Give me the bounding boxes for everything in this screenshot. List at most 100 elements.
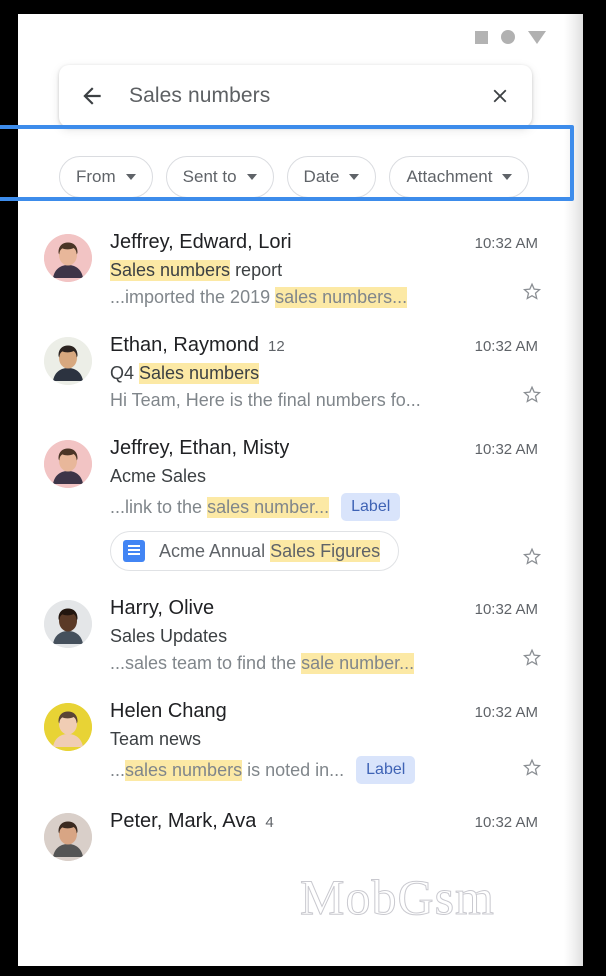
mail-timestamp: 10:32 AM <box>474 601 538 618</box>
screen-edge-shadow <box>564 14 583 966</box>
mail-body: Harry, Olive 10:32 AM Sales Updates ...sale… <box>92 597 542 674</box>
mail-list-item[interactable]: Jeffrey, Ethan, Misty 10:32 AM Acme Sales.… <box>18 423 564 583</box>
mail-snippet: ...sales team to find the sale number... <box>110 653 415 674</box>
mail-header-line: Helen Chang 10:32 AM <box>110 700 538 723</box>
mail-list-item[interactable]: Jeffrey, Edward, Lori 10:32 AM Sales numbe… <box>18 217 564 320</box>
mail-body: Peter, Mark, Ava 4 10:32 AM <box>92 810 542 861</box>
star-outline-icon[interactable] <box>520 545 544 569</box>
mail-snippet-text: is noted in... <box>242 759 345 780</box>
filter-chip-label: From <box>76 167 116 186</box>
mail-senders: Helen Chang <box>110 700 227 722</box>
mail-snippet: ...sales numbers is noted in... <box>110 759 345 781</box>
mail-snippet-text: Hi Team, Here is the final numbers fo... <box>110 390 421 410</box>
filter-chip-label: Date <box>303 167 340 186</box>
mail-subject: Acme Sales <box>110 466 538 487</box>
mail-senders: Ethan, Raymond <box>110 334 259 356</box>
avatar[interactable] <box>44 813 92 861</box>
mail-subject-text: Q4 <box>110 363 140 383</box>
mail-snippet-text: ...imported the 2019 <box>110 287 276 307</box>
mail-list-item[interactable]: Ethan, Raymond 12 10:32 AM Q4 Sales numbers… <box>18 320 564 423</box>
mail-subject-text: Team news <box>110 729 202 749</box>
close-icon[interactable] <box>485 81 515 111</box>
mail-timestamp: 10:32 AM <box>474 704 538 721</box>
circle-icon <box>501 30 515 44</box>
phone-screen: Sales numbers From Sent to Date Attachme… <box>18 14 564 966</box>
mail-subject: Sales Updates <box>110 626 538 647</box>
mail-list-item[interactable]: Harry, Olive 10:32 AM Sales Updates ...sale… <box>18 583 564 686</box>
chevron-down-icon <box>125 174 136 180</box>
mail-senders: Jeffrey, Edward, Lori <box>110 231 292 253</box>
mail-snippet: ...imported the 2019 sales numbers... <box>110 287 408 308</box>
mail-thread-count: 4 <box>265 814 274 831</box>
mail-header-line: Peter, Mark, Ava 4 10:32 AM <box>110 810 538 833</box>
filter-chip-sent-to[interactable]: Sent to <box>165 156 274 198</box>
chevron-down-icon <box>349 174 360 180</box>
star-outline-icon[interactable] <box>520 646 544 670</box>
mail-snippet-highlight: sales numbers... <box>275 287 408 308</box>
search-bar[interactable]: Sales numbers <box>59 65 532 127</box>
avatar[interactable] <box>44 703 92 751</box>
attachment-name-highlight: Sales Figures <box>270 539 381 562</box>
filter-chip-label: Sent to <box>182 167 237 186</box>
filter-chip-attachment[interactable]: Attachment <box>389 156 530 198</box>
filter-chips-row: From Sent to Date Attachment <box>18 143 564 211</box>
mail-snippet-line: ...sales numbers is noted in... Label <box>110 756 538 784</box>
mail-body: Ethan, Raymond 12 10:32 AM Q4 Sales numbers… <box>92 334 542 411</box>
filter-chip-from[interactable]: From <box>59 156 153 198</box>
mail-subject: Team news <box>110 729 538 750</box>
mail-timestamp: 10:32 AM <box>474 338 538 355</box>
status-bar <box>18 14 564 60</box>
mail-senders: Jeffrey, Ethan, Misty <box>110 437 290 459</box>
filter-chip-label: Attachment <box>406 167 493 186</box>
mail-subject: Q4 Sales numbers <box>110 363 538 384</box>
attachment-name-text: Acme Annual <box>159 540 271 561</box>
mail-label-badge[interactable]: Label <box>341 493 401 521</box>
mail-body: Jeffrey, Edward, Lori 10:32 AM Sales numbe… <box>92 231 542 308</box>
avatar[interactable] <box>44 234 92 282</box>
mail-timestamp: 10:32 AM <box>474 235 538 252</box>
triangle-down-icon <box>528 30 546 44</box>
phone-frame: Sales numbers From Sent to Date Attachme… <box>0 0 606 976</box>
mail-timestamp: 10:32 AM <box>474 441 538 458</box>
star-outline-icon[interactable] <box>520 280 544 304</box>
mail-subject-text: report <box>230 260 283 280</box>
mail-body: Helen Chang 10:32 AM Team news ...sales num… <box>92 700 542 784</box>
mail-snippet: Hi Team, Here is the final numbers fo... <box>110 390 421 411</box>
mail-timestamp: 10:32 AM <box>474 814 538 831</box>
mail-snippet: ...link to the sales number... <box>110 496 330 518</box>
mail-subject-text: Acme Sales <box>110 466 207 486</box>
mail-label-badge[interactable]: Label <box>356 756 416 784</box>
mail-header-line: Jeffrey, Edward, Lori 10:32 AM <box>110 231 538 254</box>
mail-thread-count: 12 <box>267 338 285 355</box>
filter-chip-date[interactable]: Date <box>286 156 377 198</box>
star-outline-icon[interactable] <box>520 383 544 407</box>
mail-header-line: Ethan, Raymond 12 10:32 AM <box>110 334 538 357</box>
mail-list-item[interactable]: Helen Chang 10:32 AM Team news ...sales num… <box>18 686 564 796</box>
search-input[interactable]: Sales numbers <box>129 84 485 108</box>
mail-snippet-text: ... <box>110 759 126 780</box>
mail-list-item[interactable]: Peter, Mark, Ava 4 10:32 AM <box>18 796 564 873</box>
avatar[interactable] <box>44 337 92 385</box>
chevron-down-icon <box>246 174 257 180</box>
attachment-name: Acme Annual Sales Figures <box>159 539 381 562</box>
mail-subject-highlight: Sales numbers <box>110 260 231 281</box>
avatar[interactable] <box>44 440 92 488</box>
mail-snippet-line: Hi Team, Here is the final numbers fo... <box>110 390 538 411</box>
mail-snippet-highlight: sales numbers <box>125 759 243 781</box>
mail-snippet-text: ...sales team to find the <box>110 653 302 673</box>
mail-snippet-line: ...imported the 2019 sales numbers... <box>110 287 538 308</box>
mail-header-line: Harry, Olive 10:32 AM <box>110 597 538 620</box>
chevron-down-icon <box>502 174 513 180</box>
mail-snippet-line: ...link to the sales number... Label <box>110 493 538 521</box>
mail-subject-text: Sales Updates <box>110 626 228 646</box>
mail-snippet-text: ...link to the <box>110 496 208 517</box>
mail-list[interactable]: Jeffrey, Edward, Lori 10:32 AM Sales numbe… <box>18 217 564 966</box>
attachment-chip[interactable]: Acme Annual Sales Figures <box>110 531 400 571</box>
avatar[interactable] <box>44 600 92 648</box>
back-arrow-icon[interactable] <box>75 79 109 113</box>
mail-senders: Peter, Mark, Ava <box>110 810 257 832</box>
mail-body: Jeffrey, Ethan, Misty 10:32 AM Acme Sales.… <box>92 437 542 571</box>
mail-subject: Sales numbers report <box>110 260 538 281</box>
star-outline-icon[interactable] <box>520 756 544 780</box>
mail-snippet-highlight: sale number... <box>301 653 415 674</box>
